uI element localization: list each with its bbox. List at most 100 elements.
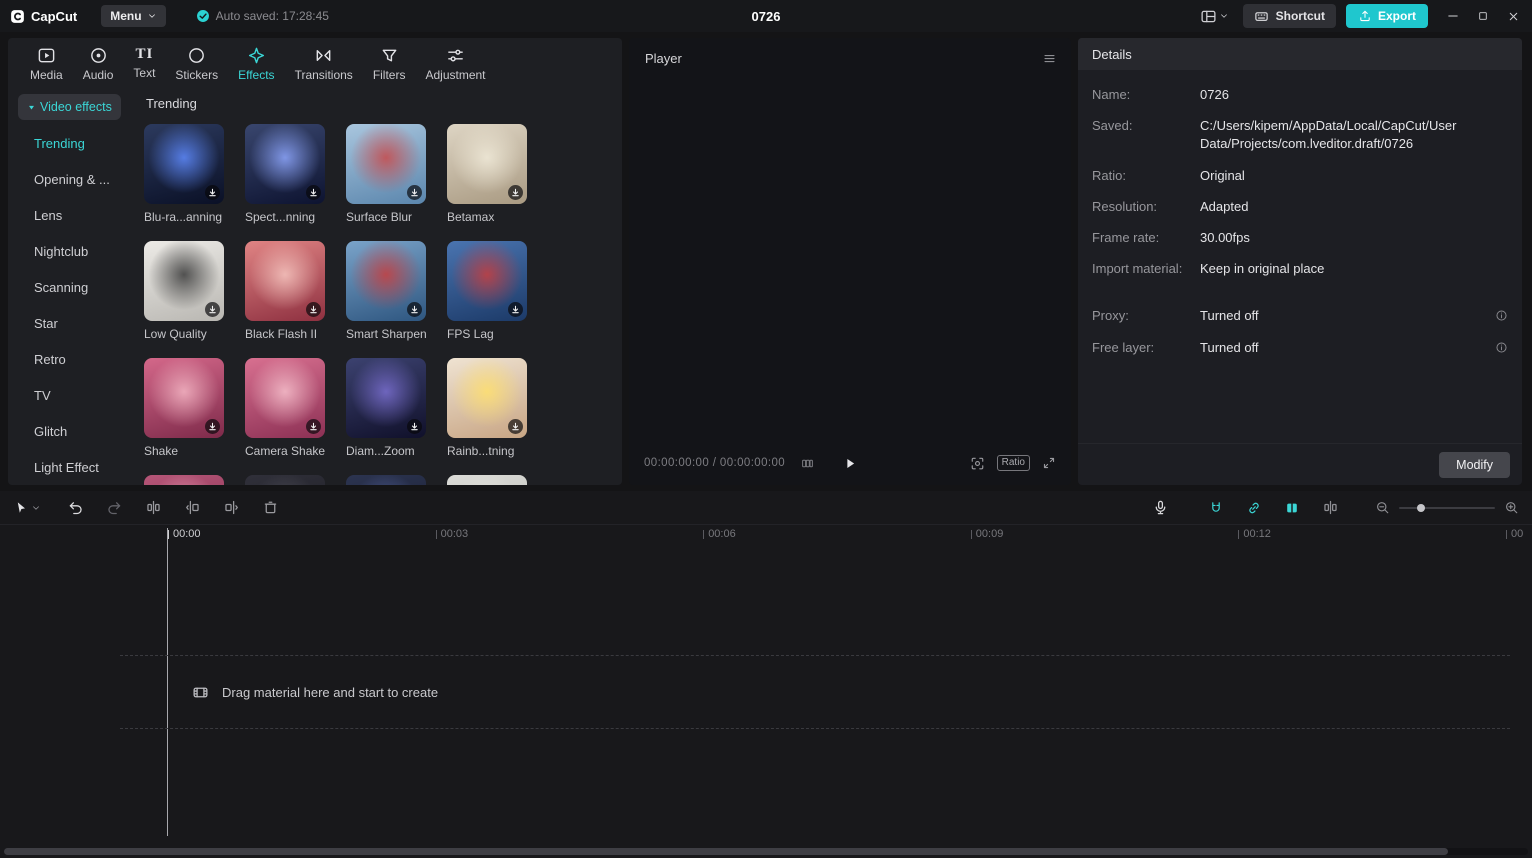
maximize-button[interactable] (1468, 0, 1498, 32)
delete-right-button[interactable] (219, 495, 243, 521)
zoom-in-icon[interactable] (1504, 500, 1519, 515)
toggle-magnet[interactable] (1201, 496, 1231, 520)
tab-text[interactable]: TI Text (123, 44, 165, 82)
minimize-button[interactable] (1438, 0, 1468, 32)
effect-card-surface-blur[interactable]: Surface Blur (346, 124, 426, 241)
download-icon[interactable] (508, 185, 523, 200)
info-icon[interactable] (1495, 309, 1508, 322)
category-lens[interactable]: Lens (18, 197, 130, 233)
record-voiceover-button[interactable] (1152, 499, 1169, 516)
effect-thumbnail[interactable] (447, 358, 527, 438)
download-icon[interactable] (205, 419, 220, 434)
effect-thumbnail[interactable] (144, 241, 224, 321)
effect-thumbnail[interactable] (144, 358, 224, 438)
effect-thumbnail[interactable] (245, 124, 325, 204)
zoom-slider-knob[interactable] (1417, 504, 1425, 512)
download-icon[interactable] (205, 185, 220, 200)
detail-label: Ratio: (1092, 167, 1200, 185)
effect-thumbnail[interactable] (447, 124, 527, 204)
effect-card-partial-2[interactable] (245, 475, 325, 485)
zoom-out-icon[interactable] (1375, 500, 1390, 515)
effect-card-betamax[interactable]: Betamax (447, 124, 527, 241)
category-star[interactable]: Star (18, 305, 130, 341)
player-menu-icon[interactable] (1042, 51, 1057, 66)
effect-thumbnail[interactable] (245, 475, 325, 485)
ratio-button[interactable]: Ratio (997, 455, 1030, 471)
download-icon[interactable] (407, 185, 422, 200)
effect-card-spectrum-scanning[interactable]: Spect...nning (245, 124, 325, 241)
effect-thumbnail[interactable] (447, 475, 527, 485)
effect-card-blu-ray-scanning[interactable]: Blu-ra...anning (144, 124, 224, 241)
effect-thumbnail[interactable] (346, 241, 426, 321)
effect-card-partial-4[interactable] (447, 475, 527, 485)
effect-card-partial-3[interactable] (346, 475, 426, 485)
modify-button[interactable]: Modify (1439, 452, 1510, 478)
menu-button[interactable]: Menu (101, 5, 165, 27)
download-icon[interactable] (508, 419, 523, 434)
effect-thumbnail[interactable] (245, 358, 325, 438)
download-icon[interactable] (306, 419, 321, 434)
download-icon[interactable] (205, 302, 220, 317)
sidebar-group-video-effects[interactable]: Video effects (18, 94, 121, 120)
effect-thumbnail[interactable] (346, 358, 426, 438)
play-button[interactable] (843, 456, 858, 471)
timeline-scrollbar[interactable] (4, 848, 1528, 855)
timeline-ruler[interactable]: 00:0000:0300:0600:0900:1200 (0, 524, 1532, 544)
effect-thumbnail[interactable] (447, 241, 527, 321)
tab-stickers[interactable]: Stickers (165, 44, 228, 82)
download-icon[interactable] (407, 419, 422, 434)
delete-left-button[interactable] (180, 495, 204, 521)
toggle-split-view[interactable] (1315, 496, 1345, 520)
effect-thumbnail[interactable] (346, 475, 426, 485)
scrollbar-thumb[interactable] (4, 848, 1448, 855)
category-light-effect[interactable]: Light Effect (18, 449, 130, 485)
undo-button[interactable] (63, 495, 87, 521)
export-button[interactable]: Export (1346, 4, 1428, 28)
download-icon[interactable] (407, 302, 422, 317)
frame-preview-icon[interactable] (801, 457, 814, 470)
effect-card-shake[interactable]: Shake (144, 358, 224, 475)
download-icon[interactable] (306, 302, 321, 317)
fullscreen-icon[interactable] (1042, 456, 1056, 470)
tab-audio[interactable]: Audio (73, 44, 124, 82)
category-nightclub[interactable]: Nightclub (18, 233, 130, 269)
tab-transitions[interactable]: Transitions (285, 44, 363, 82)
effect-card-fps-lag[interactable]: FPS Lag (447, 241, 527, 358)
category-glitch[interactable]: Glitch (18, 413, 130, 449)
category-scanning[interactable]: Scanning (18, 269, 130, 305)
category-opening[interactable]: Opening & ... (18, 161, 130, 197)
download-icon[interactable] (508, 302, 523, 317)
effect-thumbnail[interactable] (144, 475, 224, 485)
tab-adjustment[interactable]: Adjustment (415, 44, 495, 82)
category-trending[interactable]: Trending (18, 125, 130, 161)
effect-card-diamond-zoom[interactable]: Diam...Zoom (346, 358, 426, 475)
effect-thumbnail[interactable] (346, 124, 426, 204)
toggle-link[interactable] (1239, 496, 1269, 520)
layout-switcher-button[interactable] (1196, 6, 1233, 27)
redo-button[interactable] (102, 495, 126, 521)
effect-card-black-flash-ii[interactable]: Black Flash II (245, 241, 325, 358)
drop-zone[interactable]: Drag material here and start to create (120, 655, 1510, 729)
effect-card-low-quality[interactable]: Low Quality (144, 241, 224, 358)
select-tool-button[interactable] (13, 500, 41, 516)
close-button[interactable] (1498, 0, 1528, 32)
effect-card-smart-sharpen[interactable]: Smart Sharpen (346, 241, 426, 358)
effect-thumbnail[interactable] (144, 124, 224, 204)
focus-icon[interactable] (970, 456, 985, 471)
category-tv[interactable]: TV (18, 377, 130, 413)
effect-thumbnail[interactable] (245, 241, 325, 321)
effect-card-camera-shake[interactable]: Camera Shake (245, 358, 325, 475)
tab-media[interactable]: Media (20, 44, 73, 82)
effect-card-rainbow-lightning[interactable]: Rainb...tning (447, 358, 527, 475)
shortcut-button[interactable]: Shortcut (1243, 4, 1336, 28)
timeline-zoom-slider[interactable] (1399, 507, 1495, 509)
info-icon[interactable] (1495, 341, 1508, 354)
delete-button[interactable] (258, 495, 282, 521)
tab-filters[interactable]: Filters (363, 44, 416, 82)
toggle-preview-axis[interactable] (1277, 496, 1307, 520)
download-icon[interactable] (306, 185, 321, 200)
split-button[interactable] (141, 495, 165, 521)
tab-effects[interactable]: Effects (228, 44, 284, 82)
effect-card-partial-1[interactable] (144, 475, 224, 485)
category-retro[interactable]: Retro (18, 341, 130, 377)
